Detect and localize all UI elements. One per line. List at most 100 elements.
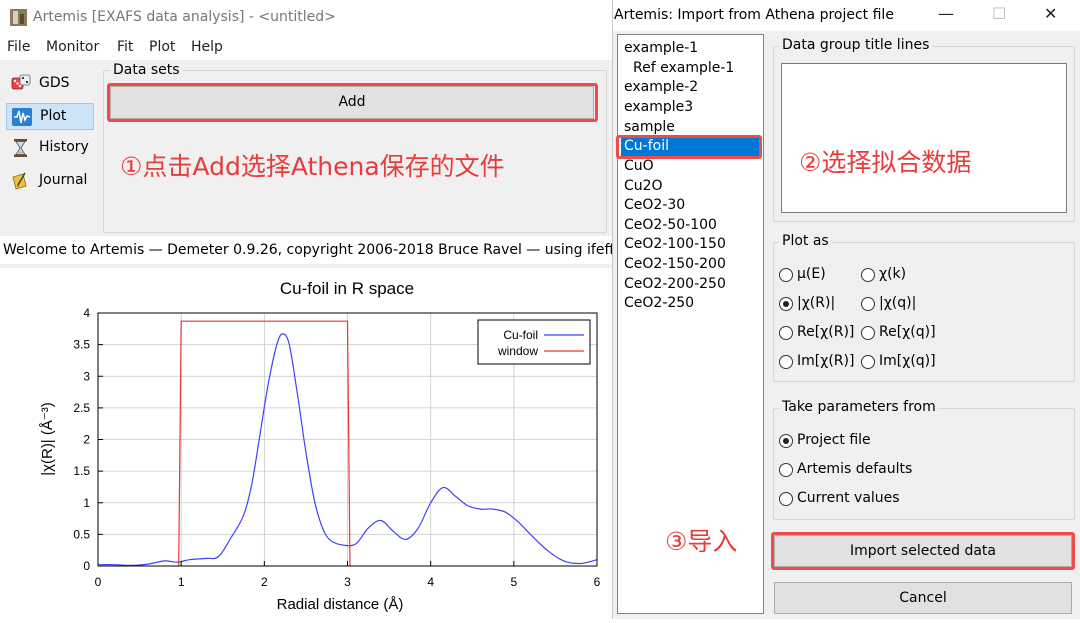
radio-im-chi-q-label: Im[χ(q)]	[879, 353, 936, 369]
plot-window: Cu-foil in R space 0 1 2 3 4 5 6 0 0.5 1 1.5 2 2.5 3 3…	[0, 268, 612, 619]
x-axis-label: Radial distance (Å)	[277, 596, 404, 613]
y-tick-label: 2	[83, 433, 90, 447]
x-tick-label: 2	[261, 575, 268, 589]
annotation-step-2: ②选择拟合数据	[799, 148, 972, 177]
y-tick-label: 3	[83, 369, 90, 383]
radio-re-chi-q-label: Re[χ(q)]	[879, 324, 936, 340]
list-item[interactable]: example3	[621, 98, 696, 117]
list-item[interactable]: example-1	[621, 39, 701, 58]
radio-chi-k-label: χ(k)	[879, 266, 907, 282]
list-item[interactable]: CuO	[621, 157, 657, 176]
radio-chi-q-mag[interactable]	[861, 297, 875, 311]
title-lines-label: Data group title lines	[779, 37, 933, 53]
list-item[interactable]: CeO2-30	[621, 196, 688, 215]
datasets-label: Data sets	[110, 62, 183, 78]
dice-icon	[11, 74, 31, 90]
nav-journal-label: Journal	[39, 172, 88, 188]
list-item[interactable]: CeO2-150-200	[621, 255, 729, 274]
chart-legend: Cu-foil window	[477, 319, 591, 365]
add-button[interactable]: Add	[110, 86, 594, 119]
x-tick-label: 1	[178, 575, 185, 589]
main-titlebar: Artemis [EXAFS data analysis] - <untitle…	[0, 0, 612, 36]
radio-re-chi-q[interactable]	[861, 326, 875, 340]
r-space-chart: Cu-foil in R space 0 1 2 3 4 5 6 0 0.5 1 1.5 2 2.5 3 3…	[39, 279, 601, 613]
radio-im-chi-q[interactable]	[861, 355, 875, 369]
plot-as-label: Plot as	[779, 233, 832, 249]
menu-plot[interactable]: Plot	[149, 39, 175, 55]
list-item[interactable]: example-2	[621, 78, 701, 97]
radio-mu-e[interactable]	[779, 268, 793, 282]
x-tick-label: 5	[510, 575, 517, 589]
y-tick-label: 1.5	[73, 464, 90, 478]
radio-project-file[interactable]	[779, 434, 793, 448]
status-bar: Welcome to Artemis — Demeter 0.9.26, cop…	[0, 236, 612, 264]
list-item-selected[interactable]: Cu-foil	[621, 137, 759, 156]
annotation-step-3: ③导入	[665, 527, 738, 556]
nav-history[interactable]: History	[6, 135, 94, 162]
y-tick-label: 1	[83, 496, 90, 510]
main-window-title: Artemis [EXAFS data analysis] - <untitle…	[33, 9, 336, 25]
import-selected-data-button[interactable]: Import selected data	[774, 535, 1072, 567]
params-label: Take parameters from	[779, 399, 939, 415]
nav-plot-label: Plot	[40, 108, 67, 124]
y-tick-label: 2.5	[73, 401, 90, 415]
nav-journal[interactable]: Journal	[6, 168, 94, 195]
nav-gds-label: GDS	[39, 75, 70, 91]
list-item[interactable]: CeO2-100-150	[621, 235, 729, 254]
list-item[interactable]: Ref example-1	[630, 59, 737, 78]
x-tick-label: 6	[594, 575, 601, 589]
radio-im-chi-r-label: Im[χ(R)]	[797, 353, 855, 369]
list-item[interactable]: CeO2-200-250	[621, 275, 729, 294]
radio-im-chi-r[interactable]	[779, 355, 793, 369]
radio-current-values[interactable]	[779, 492, 793, 506]
menu-monitor[interactable]: Monitor	[46, 39, 99, 55]
menu-fit[interactable]: Fit	[117, 39, 133, 55]
list-item[interactable]: sample	[621, 118, 678, 137]
y-axis-label: |χ(R)| (Å⁻³)	[39, 402, 56, 476]
radio-chi-q-mag-label: |χ(q)|	[879, 295, 917, 311]
y-tick-label: 0.5	[73, 527, 90, 541]
nav-plot[interactable]: Plot	[6, 103, 94, 130]
journal-icon	[12, 172, 27, 190]
radio-chi-k[interactable]	[861, 268, 875, 282]
x-tick-label: 0	[95, 575, 102, 589]
artemis-main-window: Artemis [EXAFS data analysis] - <untitle…	[0, 0, 612, 268]
title-lines-text[interactable]	[781, 63, 1067, 213]
radio-chi-r-mag[interactable]	[779, 297, 793, 311]
legend-label-window: window	[497, 344, 538, 358]
annotation-step-1: ①点击Add选择Athena保存的文件	[120, 152, 505, 181]
radio-re-chi-r[interactable]	[779, 326, 793, 340]
radio-chi-r-mag-label: |χ(R)|	[797, 295, 836, 311]
chart-title: Cu-foil in R space	[280, 279, 414, 298]
nav-gds[interactable]: GDS	[6, 71, 94, 98]
menu-help[interactable]: Help	[191, 39, 223, 55]
y-tick-label: 3.5	[73, 338, 90, 352]
import-dialog: Artemis: Import from Athena project file…	[612, 0, 1080, 619]
hourglass-icon	[14, 139, 27, 157]
x-tick-label: 3	[344, 575, 351, 589]
dialog-titlebar: Artemis: Import from Athena project file…	[613, 0, 1080, 31]
maximize-icon: ☐	[992, 4, 1007, 23]
radio-artemis-defaults-label: Artemis defaults	[797, 461, 913, 477]
radio-artemis-defaults[interactable]	[779, 463, 793, 477]
waveform-icon	[12, 108, 32, 126]
cancel-button[interactable]: Cancel	[774, 582, 1072, 614]
close-icon[interactable]: ✕	[1044, 4, 1057, 23]
menu-file[interactable]: File	[7, 39, 30, 55]
dialog-title: Artemis: Import from Athena project file	[614, 7, 894, 23]
legend-label-cu-foil: Cu-foil	[503, 328, 538, 342]
list-item[interactable]: CeO2-50-100	[621, 216, 720, 235]
list-item[interactable]: CeO2-250	[621, 294, 697, 313]
x-tick-label: 4	[427, 575, 434, 589]
menubar: File Monitor Fit Plot Help	[0, 36, 612, 60]
radio-project-file-label: Project file	[797, 432, 871, 448]
radio-mu-e-label: μ(E)	[797, 266, 826, 282]
list-item[interactable]: Cu2O	[621, 177, 666, 196]
nav-history-label: History	[39, 139, 89, 155]
y-tick-label: 4	[83, 306, 90, 320]
y-tick-label: 0	[83, 559, 90, 573]
artemis-app-icon	[10, 9, 27, 26]
radio-current-values-label: Current values	[797, 490, 900, 506]
minimize-icon[interactable]: —	[938, 4, 954, 23]
radio-re-chi-r-label: Re[χ(R)]	[797, 324, 855, 340]
